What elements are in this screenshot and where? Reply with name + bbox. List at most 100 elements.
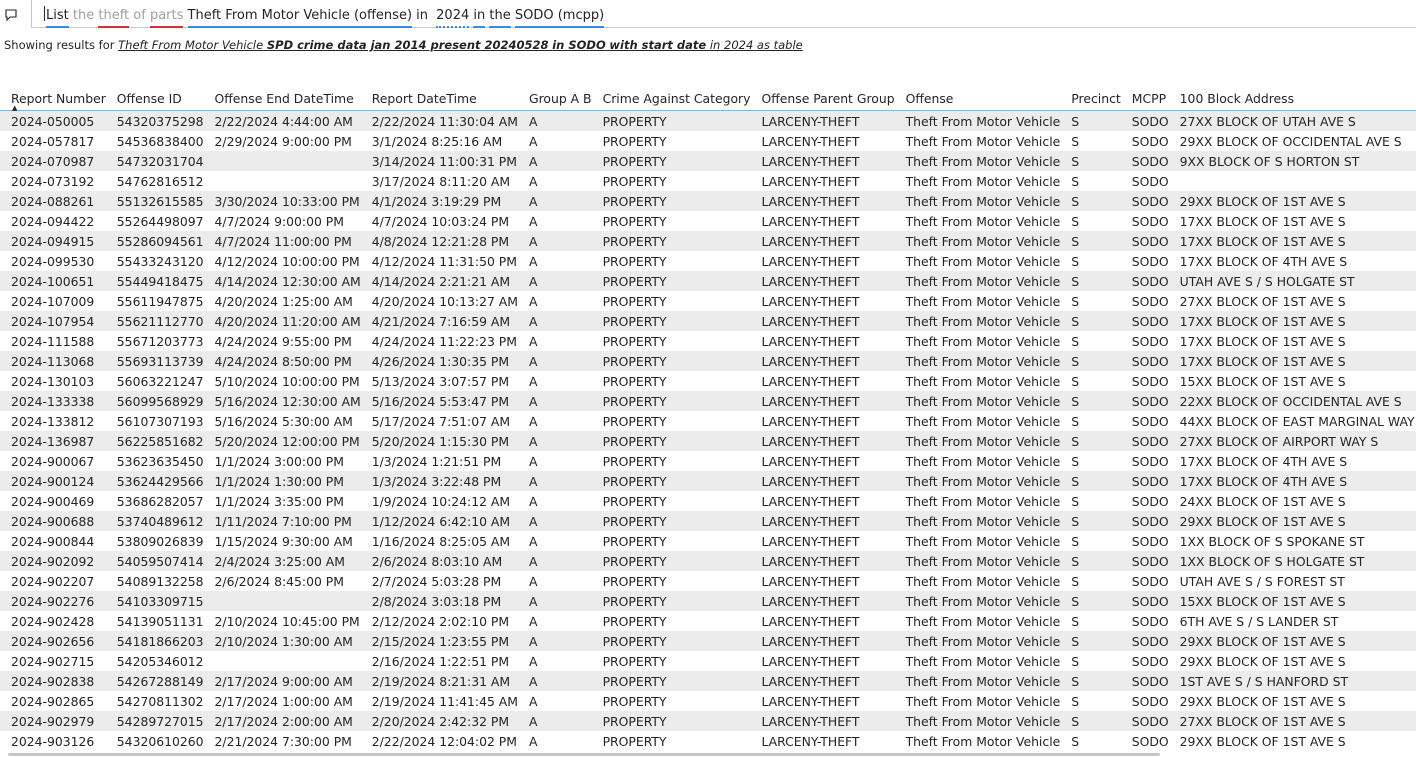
column-header[interactable]: Precinct [1060,86,1121,111]
table-row[interactable]: 2024-133812 56107307193 5/16/2024 5:30:00 … [0,411,1416,431]
table-cell: PROPERTY [591,110,751,131]
table-cell: PROPERTY [602,413,667,429]
table-cell: A [528,453,538,469]
horizontal-scrollbar[interactable] [8,753,1160,756]
table-row[interactable]: 2024-113068 55693113739 4/24/2024 8:50:00 … [0,351,1416,371]
table-row[interactable]: 2024-070987 54732031704 3/14/2024 11:00:31… [0,151,1416,171]
table-cell: 2024-113068 [0,351,106,371]
table-row[interactable]: 2024-099530 55433243120 4/12/2024 10:00:00… [0,251,1416,271]
table-cell: 1/12/2024 6:42:10 AM [360,511,518,531]
column-header[interactable]: Report DateTime [360,86,518,111]
qa-token-list: List [46,8,69,28]
table-row[interactable]: 2024-050005 54320375298 2/22/2024 4:44:00 … [0,110,1416,131]
table-cell: LARCENY-THEFT [750,551,895,571]
column-header[interactable]: Report Number ▲ [0,86,106,112]
table-cell: LARCENY-THEFT [750,711,895,731]
table-cell: 9XX BLOCK OF S HORTON ST [1168,151,1416,171]
table-row[interactable]: 2024-902092 54059507414 2/4/2024 3:25:00 A… [0,551,1416,571]
restatement-part-visual: as table [756,38,803,52]
table-cell: 2/19/2024 11:41:45 AM [371,693,518,709]
table-cell: 55671203773 [116,333,204,349]
table-row[interactable]: 2024-902276 54103309715 2/8/2024 3:03:18 P… [0,591,1416,611]
table-row[interactable]: 2024-900844 53809026839 1/15/2024 9:30:00 … [0,531,1416,551]
table-cell: 54289727015 [105,711,204,731]
table-cell: 5/16/2024 5:30:00 AM [214,413,353,429]
table-row[interactable]: 2024-902656 54181866203 2/10/2024 1:30:00 … [0,631,1416,651]
table-cell: Theft From Motor Vehicle [894,591,1061,611]
column-header[interactable]: Offense Parent Group [750,86,895,111]
table-cell: SODO [1120,511,1169,531]
table-cell: S [1071,493,1080,509]
table-cell: Theft From Motor Vehicle [905,613,1061,629]
table-row[interactable]: 2024-107009 55611947875 4/20/2024 1:25:00 … [0,291,1416,311]
table-row[interactable]: 2024-902865 54270811302 2/17/2024 1:00:00 … [0,691,1416,711]
table-cell: SODO [1120,110,1169,131]
qa-bar: List the theft of parts Theft From Motor… [0,0,1416,30]
table-cell: LARCENY-THEFT [761,333,860,349]
table-cell: 4/12/2024 10:00:00 PM [214,253,360,269]
table-cell: 2/17/2024 1:00:00 AM [214,693,353,709]
table-row[interactable]: 2024-900469 53686282057 1/1/2024 3:35:00 P… [0,491,1416,511]
table-row[interactable]: 2024-094422 55264498097 4/7/2024 9:00:00 P… [0,211,1416,231]
table-cell: A [517,551,592,571]
table-cell: SODO [1120,591,1169,611]
table-row[interactable]: 2024-133338 56099568929 5/16/2024 12:30:00… [0,391,1416,411]
table-cell: 2024-094422 [11,213,95,229]
table-cell: 4/12/2024 11:31:50 PM [371,253,517,269]
column-header[interactable]: Offense ID [105,86,204,111]
table-row[interactable]: 2024-100651 55449418475 4/14/2024 12:30:00… [0,271,1416,291]
table-row[interactable]: 2024-107954 55621112770 4/20/2024 11:20:00… [0,311,1416,331]
column-header[interactable]: Offense [894,86,1061,111]
table-row[interactable]: 2024-902715 54205346012 2/16/2024 1:22:51 … [0,651,1416,671]
table-row[interactable]: 2024-136987 56225851682 5/20/2024 12:00:00… [0,431,1416,451]
table-body: 2024-050005 54320375298 2/22/2024 4:44:00 … [0,110,1416,752]
table-cell: PROPERTY [591,151,751,171]
table-cell: 2024-902276 [0,591,106,611]
table-row[interactable]: 2024-088261 55132615585 3/30/2024 10:33:00… [0,191,1416,211]
column-header[interactable]: MCPP [1120,86,1169,111]
table-cell: Theft From Motor Vehicle [894,351,1061,371]
results-table-container[interactable]: Report Number ▲ Offense ID Offense End Date… [0,86,1416,757]
qa-question-input[interactable]: List the theft of parts Theft From Motor… [31,0,1416,28]
table-row[interactable]: 2024-111588 55671203773 4/24/2024 9:55:00 … [0,331,1416,351]
sort-ascending-icon[interactable]: ▲ [12,104,17,112]
table-row[interactable]: 2024-073192 54762816512 3/17/2024 8:11:20 … [0,171,1416,191]
table-cell: S [1071,253,1080,269]
table-cell: Theft From Motor Vehicle [905,133,1061,149]
table-row[interactable]: 2024-902428 54139051131 2/10/2024 10:45:00… [0,611,1416,631]
table-row[interactable]: 2024-900067 53623635450 1/1/2024 3:00:00 P… [0,451,1416,471]
table-cell [203,151,361,171]
table-cell: 54103309715 [105,591,204,611]
table-row[interactable]: 2024-902207 54089132258 2/6/2024 8:45:00 P… [0,571,1416,591]
table-cell: SODO [1131,333,1169,349]
table-cell: 55621112770 [105,311,204,331]
column-header[interactable]: Offense End DateTime [203,86,361,111]
table-cell: PROPERTY [602,133,667,149]
column-header[interactable]: Group A B [517,86,592,111]
table-cell: PROPERTY [602,173,667,189]
table-cell: 2/6/2024 8:45:00 PM [214,573,344,589]
table-cell: A [528,133,538,149]
table-row[interactable]: 2024-130103 56063221247 5/10/2024 10:00:00… [0,371,1416,391]
restatement-part-start: with start date [609,38,707,52]
column-header[interactable]: 100 Block Address [1168,86,1416,111]
table-row[interactable]: 2024-902838 54267288149 2/17/2024 9:00:00 … [0,671,1416,691]
table-row[interactable]: 2024-902979 54289727015 2/17/2024 2:00:00 … [0,711,1416,731]
table-cell: PROPERTY [602,293,667,309]
table-cell: 22XX BLOCK OF OCCIDENTAL AVE S [1168,391,1416,411]
table-cell: 55132615585 [105,191,204,211]
restatement-link[interactable]: Theft From Motor Vehicle SPD crime data … [118,38,803,52]
table-cell: Theft From Motor Vehicle [905,653,1061,669]
table-row[interactable]: 2024-900124 53624429566 1/1/2024 1:30:00 P… [0,471,1416,491]
column-header[interactable]: Crime Against Category [591,86,751,111]
table-row[interactable]: 2024-094915 55286094561 4/7/2024 11:00:00 … [0,231,1416,251]
table-cell: PROPERTY [591,551,751,571]
speech-bubble-icon [5,9,17,22]
table-row[interactable]: 2024-057817 54536838400 2/29/2024 9:00:00 … [0,131,1416,151]
table-row[interactable]: 2024-900688 53740489612 1/11/2024 7:10:00 … [0,511,1416,531]
table-cell: LARCENY-THEFT [761,733,860,749]
table-cell: 54059507414 [105,551,204,571]
table-row[interactable]: 2024-903126 54320610260 2/21/2024 7:30:00 … [0,731,1416,751]
table-cell: 2024-133812 [11,413,95,429]
table-cell: S [1060,631,1121,651]
